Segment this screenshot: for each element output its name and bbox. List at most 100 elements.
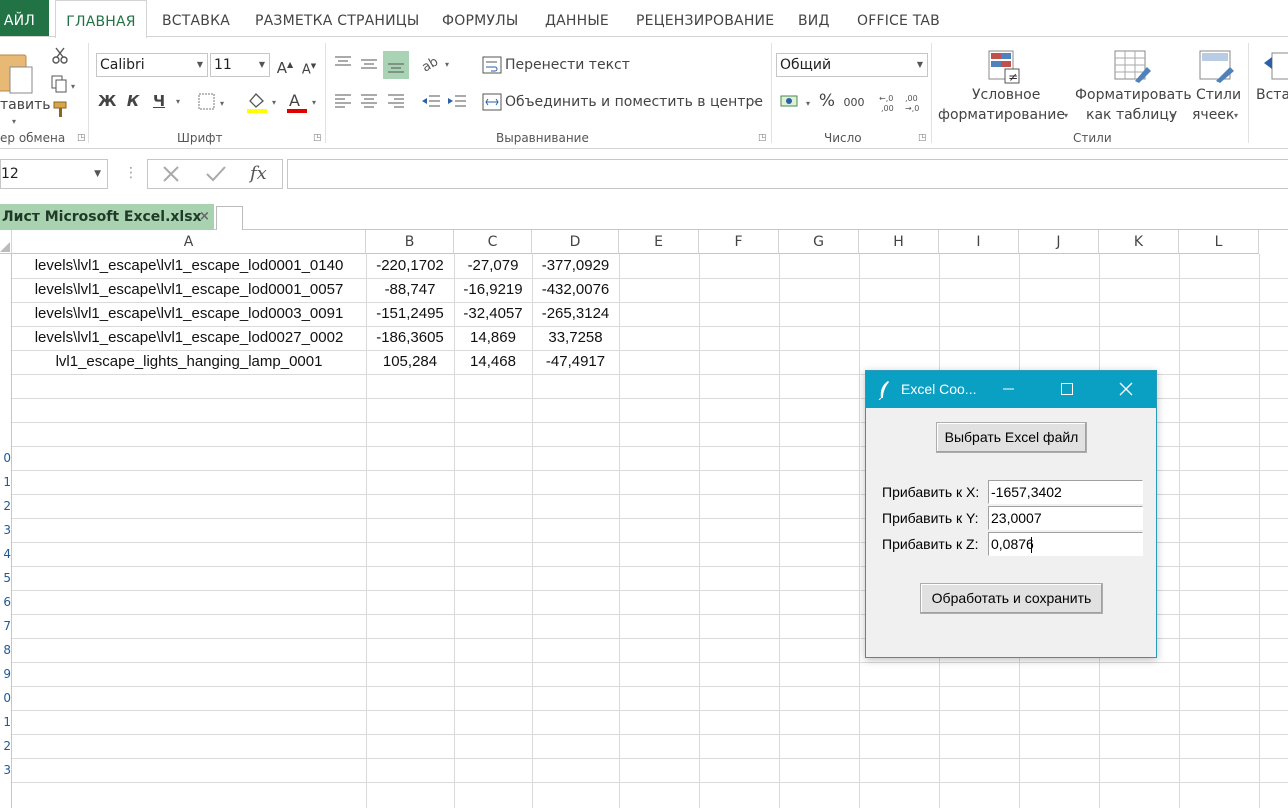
cell-d3[interactable]: -265,3124 xyxy=(532,302,619,326)
column-header-i[interactable]: I xyxy=(939,230,1019,254)
tab-page-layout[interactable]: РАЗМЕТКА СТРАНИЦЫ xyxy=(255,0,419,37)
conditional-formatting-button[interactable]: ≠ Условное форматирование ▾ xyxy=(938,47,1072,127)
increase-indent-icon[interactable] xyxy=(447,93,467,109)
cell-b2[interactable]: -88,747 xyxy=(366,278,454,302)
format-as-table-button[interactable]: Форматировать как таблицу ▾ xyxy=(1075,47,1192,127)
row-header[interactable]: 8 xyxy=(0,638,11,662)
currency-format-icon[interactable]: ▾ xyxy=(780,92,814,112)
row-header[interactable]: 2 xyxy=(0,494,11,518)
cell-d4[interactable]: 33,7258 xyxy=(532,326,619,350)
cell-a5[interactable]: lvl1_escape_lights_hanging_lamp_0001 xyxy=(12,350,366,374)
tab-file[interactable]: АЙЛ xyxy=(0,0,49,37)
name-box[interactable]: 12 ▼ xyxy=(0,159,108,189)
insert-function-icon[interactable]: fx xyxy=(250,163,267,184)
cell-a1[interactable]: levels\lvl1_escape\lvl1_escape_lod0001_0… xyxy=(12,254,366,278)
row-header[interactable] xyxy=(0,326,11,350)
select-all-corner[interactable] xyxy=(0,230,12,254)
column-header-a[interactable]: A xyxy=(12,230,366,254)
decrease-indent-icon[interactable] xyxy=(421,93,441,109)
font-color-icon[interactable]: A ▾ xyxy=(286,91,320,113)
merge-center-icon[interactable] xyxy=(482,93,502,111)
minimize-button[interactable] xyxy=(986,371,1032,408)
insert-cells-button[interactable]: Вста xyxy=(1254,47,1288,127)
cell-c2[interactable]: -16,9219 xyxy=(454,278,532,302)
number-format-select[interactable]: Общий ▼ xyxy=(776,53,928,77)
paste-button[interactable]: тавить ▾ xyxy=(0,45,51,126)
cell-b3[interactable]: -151,2495 xyxy=(366,302,454,326)
row-header[interactable]: 9 xyxy=(0,662,11,686)
tab-home[interactable]: ГЛАВНАЯ xyxy=(55,0,147,38)
row-header[interactable]: 3 xyxy=(0,518,11,542)
cell-a3[interactable]: levels\lvl1_escape\lvl1_escape_lod0003_0… xyxy=(12,302,366,326)
cell-c5[interactable]: 14,468 xyxy=(454,350,532,374)
thousands-separator-button[interactable]: 000 xyxy=(843,95,865,111)
cell-d1[interactable]: -377,0929 xyxy=(532,254,619,278)
excel-coords-dialog[interactable]: Excel Coo... Выбрать Excel файл Прибавит… xyxy=(865,370,1157,658)
maximize-button[interactable] xyxy=(1044,371,1090,408)
row-header[interactable] xyxy=(0,374,11,398)
font-launcher-icon[interactable]: ◳ xyxy=(313,134,322,143)
close-tab-icon[interactable]: × xyxy=(199,204,210,230)
z-offset-input[interactable]: 0,0876 xyxy=(988,532,1143,556)
borders-icon[interactable]: ▾ xyxy=(198,93,228,111)
decrease-decimal-icon[interactable]: ,00→,0 xyxy=(904,92,926,112)
cell-c3[interactable]: -32,4057 xyxy=(454,302,532,326)
number-launcher-icon[interactable]: ◳ xyxy=(918,134,927,143)
formula-input[interactable] xyxy=(287,159,1288,189)
copy-icon[interactable]: ▾ xyxy=(51,75,79,93)
align-middle-icon[interactable] xyxy=(360,57,378,73)
row-header[interactable] xyxy=(0,422,11,446)
clipboard-launcher-icon[interactable]: ◳ xyxy=(77,134,86,143)
cell-b5[interactable]: 105,284 xyxy=(366,350,454,374)
format-painter-icon[interactable] xyxy=(52,101,70,119)
column-header-e[interactable]: E xyxy=(619,230,699,254)
align-right-icon[interactable] xyxy=(387,93,405,109)
increase-decimal-icon[interactable]: ←,0,00 xyxy=(878,92,900,112)
increase-font-icon[interactable]: A▲ xyxy=(276,57,294,76)
row-header[interactable]: 0 xyxy=(0,446,11,470)
align-left-icon[interactable] xyxy=(334,93,352,109)
cell-styles-button[interactable]: Стили ячеек ▾ xyxy=(1190,47,1242,127)
cell-a4[interactable]: levels\lvl1_escape\lvl1_escape_lod0027_0… xyxy=(12,326,366,350)
cell-d2[interactable]: -432,0076 xyxy=(532,278,619,302)
align-top-icon[interactable] xyxy=(334,55,352,71)
row-header[interactable] xyxy=(0,302,11,326)
alignment-launcher-icon[interactable]: ◳ xyxy=(758,134,767,143)
column-header-f[interactable]: F xyxy=(699,230,779,254)
wrap-text-icon[interactable] xyxy=(482,56,502,74)
fill-color-icon[interactable]: ▾ xyxy=(246,91,280,113)
tab-office-tab[interactable]: OFFICE TAB xyxy=(857,0,940,37)
column-header-b[interactable]: B xyxy=(366,230,454,254)
cancel-icon[interactable] xyxy=(161,164,181,184)
percent-button[interactable]: % xyxy=(818,93,836,110)
tab-review[interactable]: РЕЦЕНЗИРОВАНИЕ xyxy=(636,0,774,37)
font-size-select[interactable]: 11 ▼ xyxy=(210,53,270,77)
cell-c1[interactable]: -27,079 xyxy=(454,254,532,278)
row-header[interactable]: 1 xyxy=(0,470,11,494)
bold-button[interactable]: Ж xyxy=(98,93,116,109)
row-header[interactable]: 7 xyxy=(0,614,11,638)
row-header[interactable]: 5 xyxy=(0,566,11,590)
row-header[interactable]: 0 xyxy=(0,686,11,710)
row-header[interactable] xyxy=(0,278,11,302)
close-button[interactable] xyxy=(1103,371,1149,408)
y-offset-input[interactable]: 23,0007 xyxy=(988,506,1143,530)
orientation-icon[interactable]: ab ▾ xyxy=(421,55,453,73)
formula-bar-resize-handle[interactable]: ⋮ xyxy=(124,165,138,181)
document-tab[interactable]: Лист Microsoft Excel.xlsx × xyxy=(0,204,214,230)
merge-center-button[interactable]: Объединить и поместить в центре xyxy=(505,94,763,110)
column-header-d[interactable]: D xyxy=(532,230,619,254)
new-tab-button[interactable] xyxy=(216,206,243,230)
cell-a2[interactable]: levels\lvl1_escape\lvl1_escape_lod0001_0… xyxy=(12,278,366,302)
column-header-j[interactable]: J xyxy=(1019,230,1099,254)
column-header-c[interactable]: C xyxy=(454,230,532,254)
column-header-h[interactable]: H xyxy=(859,230,939,254)
tab-view[interactable]: ВИД xyxy=(798,0,830,37)
enter-icon[interactable] xyxy=(205,164,227,184)
cell-d5[interactable]: -47,4917 xyxy=(532,350,619,374)
tab-formulas[interactable]: ФОРМУЛЫ xyxy=(442,0,518,37)
tab-insert[interactable]: ВСТАВКА xyxy=(162,0,230,37)
row-header[interactable]: 6 xyxy=(0,590,11,614)
row-header[interactable]: 1 xyxy=(0,710,11,734)
dialog-title-bar[interactable]: Excel Coo... xyxy=(866,371,1156,408)
